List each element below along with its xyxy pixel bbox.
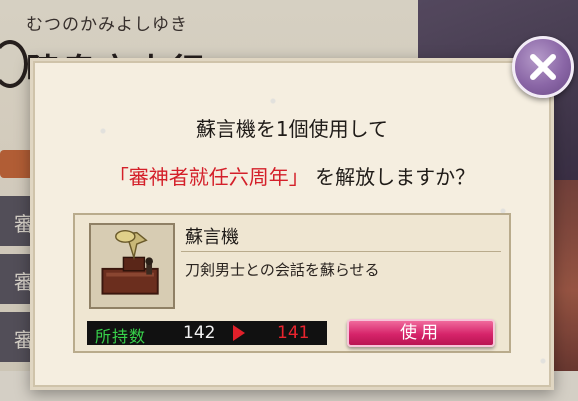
item-divider xyxy=(181,251,501,252)
confirm-message-line1: 蘇言機を1個使用して xyxy=(195,117,389,141)
possession-count-label: 所持数 xyxy=(95,327,147,346)
phonograph-icon xyxy=(89,223,175,309)
count-current: 142 xyxy=(183,323,216,343)
count-after: 141 xyxy=(277,323,310,343)
close-button[interactable] xyxy=(512,36,574,98)
item-description: 刀剣男士との会話を蘇らせる xyxy=(185,261,380,279)
confirm-message-line2: 「審神者就任六周年」 を解放しますか？ xyxy=(33,161,551,190)
close-icon xyxy=(530,54,556,80)
item-name: 蘇言機 xyxy=(185,227,239,248)
highlighted-event-name: 「審神者就任六周年」 xyxy=(108,165,309,189)
use-button[interactable]: 使用 xyxy=(347,319,495,347)
confirm-message-suffix: を解放しますか？ xyxy=(315,165,476,189)
possession-count-bar: 所持数 142 141 xyxy=(87,321,327,346)
item-panel: 蘇言機 刀剣男士との会話を蘇らせる 所持数 142 141 使用 xyxy=(73,213,511,353)
confirm-dialog: 蘇言機を1個使用して 「審神者就任六周年」 を解放しますか？ 蘇言機 刀剣男士と… xyxy=(30,58,554,390)
arrow-right-icon xyxy=(233,325,245,341)
